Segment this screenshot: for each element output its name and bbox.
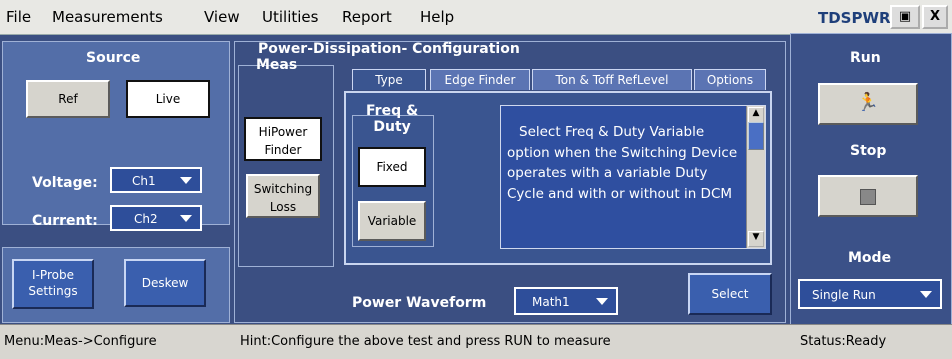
tab-type[interactable]: Type [352,69,426,90]
meas-panel [238,65,334,267]
scroll-down-icon[interactable]: ▼ [748,231,764,247]
power-waveform-value: Math1 [532,295,570,309]
source-panel [2,41,230,225]
switching-loss-button[interactable]: Switching Loss [246,174,320,218]
scroll-thumb[interactable] [748,122,764,150]
power-waveform-label: Power Waveform [352,295,487,311]
close-icon: X [929,9,941,24]
switching-label-2: Loss [269,200,297,214]
stop-label: Stop [850,143,887,159]
mode-value: Single Run [812,288,876,302]
menu-file[interactable]: File [6,8,31,26]
config-title: Power-Dissipation- Configuration [258,41,520,57]
iprobe-label-2: Settings [28,284,78,298]
iprobe-label-1: I-Probe [32,268,74,282]
running-man-icon: 🏃 [856,92,880,113]
close-button[interactable]: X [922,5,948,29]
freq-duty-label-2: Duty [373,119,411,135]
minimize-icon: ▣ [898,9,912,24]
info-scrollbar[interactable]: ▲ ▼ [746,106,765,248]
info-textbox: Select Freq & Duty Variable option when … [500,105,766,249]
hipower-label-1: HiPower [258,125,308,139]
chevron-down-icon [920,291,932,298]
stop-icon [860,189,876,205]
stop-button[interactable] [818,175,918,217]
hipower-label-2: Finder [264,143,302,157]
deskew-button[interactable]: Deskew [124,259,206,307]
menu-bar: File Measurements View Utilities Report … [0,0,952,35]
info-text: Select Freq & Duty Variable option when … [507,124,738,202]
voltage-label: Voltage: [32,175,98,191]
chevron-down-icon [180,215,192,222]
menu-report[interactable]: Report [342,8,392,26]
mode-label: Mode [848,250,892,266]
main-area: Source Ref Live Voltage: Ch1 Current: Ch… [0,33,952,327]
app-name: TDSPWR3 [818,9,902,27]
voltage-value: Ch1 [132,174,156,188]
minimize-button[interactable]: ▣ [890,5,920,29]
voltage-dropdown[interactable]: Ch1 [110,167,202,193]
ready-status: Status:Ready [800,334,887,349]
hipower-finder-button[interactable]: HiPower Finder [244,117,322,161]
power-waveform-dropdown[interactable]: Math1 [514,287,618,315]
freq-duty-label-1: Freq & [366,103,419,119]
scroll-up-icon[interactable]: ▲ [748,107,764,123]
switching-label-1: Switching [253,182,313,196]
current-value: Ch2 [134,212,158,226]
hint-status: Hint:Configure the above test and press … [240,334,611,349]
live-button[interactable]: Live [126,80,210,118]
run-button[interactable]: 🏃 [818,83,918,125]
chevron-down-icon [596,298,608,305]
menu-view[interactable]: View [204,8,240,26]
current-label: Current: [32,213,98,229]
tab-edge-finder[interactable]: Edge Finder [430,69,530,90]
tab-ton-toff-reflevel[interactable]: Ton & Toff RefLevel [532,69,692,90]
fixed-button[interactable]: Fixed [358,147,426,187]
status-bar: Menu:Meas->Configure Hint:Configure the … [0,324,952,359]
menu-utilities[interactable]: Utilities [262,8,318,26]
tab-options[interactable]: Options [694,69,766,90]
iprobe-settings-button[interactable]: I-Probe Settings [12,259,94,309]
run-label: Run [850,50,881,66]
source-title: Source [86,50,141,66]
menu-measurements[interactable]: Measurements [52,8,163,26]
freq-duty-label: Freq & Duty [366,103,418,135]
menu-status: Menu:Meas->Configure [4,334,157,349]
select-button[interactable]: Select [688,273,772,315]
mode-dropdown[interactable]: Single Run [798,279,942,309]
menu-help[interactable]: Help [420,8,454,26]
meas-label: Meas [256,57,298,73]
variable-button[interactable]: Variable [358,201,426,241]
current-dropdown[interactable]: Ch2 [110,205,202,231]
ref-button[interactable]: Ref [26,80,110,118]
chevron-down-icon [180,177,192,184]
